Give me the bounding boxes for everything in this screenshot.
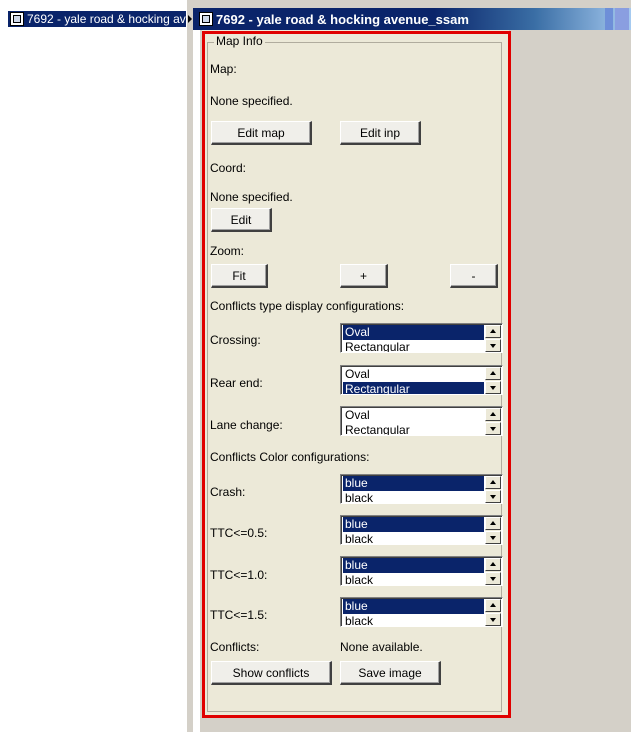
list-scrollbar[interactable]: [485, 476, 501, 503]
show-conflicts-button[interactable]: Show conflicts: [211, 661, 332, 685]
lane-change-label: Lane change:: [210, 418, 283, 432]
list-option[interactable]: blue: [343, 599, 484, 614]
list-scrollbar[interactable]: [485, 599, 501, 626]
save-image-button[interactable]: Save image: [340, 661, 441, 685]
conflicts-label: Conflicts:: [210, 640, 260, 654]
crossing-label: Crossing:: [210, 333, 261, 347]
ttc-05-color-label: TTC<=0.5:: [210, 526, 268, 540]
lane-change-shape-listbox[interactable]: Oval Rectangular: [340, 406, 503, 436]
scroll-down-icon[interactable]: [485, 572, 501, 585]
title-bar-decoration: [615, 8, 629, 30]
scroll-up-icon[interactable]: [485, 408, 501, 421]
ttc-05-color-listbox[interactable]: blue black: [340, 515, 503, 545]
zoom-fit-button[interactable]: Fit: [211, 264, 268, 288]
title-bar-decoration: [605, 8, 613, 30]
scroll-up-icon[interactable]: [485, 599, 501, 612]
window-left-edge: [193, 30, 200, 732]
ttc-10-color-label: TTC<=1.0:: [210, 568, 268, 582]
scroll-up-icon[interactable]: [485, 367, 501, 380]
type-config-heading: Conflicts type display configurations:: [210, 299, 405, 313]
list-option[interactable]: blue: [343, 476, 484, 491]
list-option[interactable]: Rectangular: [343, 340, 484, 352]
list-option[interactable]: blue: [343, 558, 484, 573]
edit-inp-button[interactable]: Edit inp: [340, 121, 421, 145]
window-title-bar[interactable]: 7692 - yale road & hocking avenue_ssam: [193, 8, 631, 30]
tree-item-label: 7692 - yale road & hocking avenue_ssam: [27, 12, 186, 26]
tree-item-project[interactable]: 7692 - yale road & hocking avenue_ssam: [8, 11, 186, 27]
scroll-down-icon[interactable]: [485, 531, 501, 544]
crash-color-label: Crash:: [210, 485, 246, 499]
expand-arrow-icon: [188, 15, 192, 23]
list-scrollbar[interactable]: [485, 408, 501, 435]
project-tree-pane[interactable]: 7692 - yale road & hocking avenue_ssam: [0, 0, 187, 732]
list-scrollbar[interactable]: [485, 517, 501, 544]
map-canvas-area[interactable]: [511, 30, 631, 732]
edit-coord-button[interactable]: Edit: [211, 208, 272, 232]
scroll-up-icon[interactable]: [485, 476, 501, 489]
ttc-15-color-label: TTC<=1.5:: [210, 608, 268, 622]
scroll-down-icon[interactable]: [485, 339, 501, 352]
ttc-15-color-listbox[interactable]: blue black: [340, 597, 503, 627]
map-label: Map:: [210, 62, 237, 76]
zoom-out-button[interactable]: -: [450, 264, 498, 288]
list-option[interactable]: Oval: [343, 325, 484, 340]
zoom-in-button[interactable]: +: [340, 264, 388, 288]
color-config-heading: Conflicts Color configurations:: [210, 450, 370, 464]
ttc-10-color-listbox[interactable]: blue black: [340, 556, 503, 586]
list-option[interactable]: blue: [343, 517, 484, 532]
crossing-shape-listbox[interactable]: Oval Rectangular: [340, 323, 503, 353]
scroll-up-icon[interactable]: [485, 325, 501, 338]
zoom-label: Zoom:: [210, 244, 245, 258]
document-icon: [10, 12, 24, 26]
coord-label: Coord:: [210, 161, 247, 175]
list-option[interactable]: Oval: [343, 408, 484, 423]
list-scrollbar[interactable]: [485, 558, 501, 585]
window-title: 7692 - yale road & hocking avenue_ssam: [216, 11, 469, 27]
list-option[interactable]: Oval: [343, 367, 484, 382]
scroll-up-icon[interactable]: [485, 558, 501, 571]
scroll-down-icon[interactable]: [485, 422, 501, 435]
rear-end-shape-listbox[interactable]: Oval Rectangular: [340, 365, 503, 395]
map-value: None specified.: [210, 94, 293, 108]
list-scrollbar[interactable]: [485, 325, 501, 352]
conflicts-value: None available.: [340, 640, 423, 654]
scroll-down-icon[interactable]: [485, 490, 501, 503]
map-info-panel: Map Info Map: None specified. Edit map E…: [202, 30, 509, 716]
groupbox-title: Map Info: [214, 34, 265, 48]
edit-map-button[interactable]: Edit map: [211, 121, 312, 145]
scroll-down-icon[interactable]: [485, 613, 501, 626]
list-scrollbar[interactable]: [485, 367, 501, 394]
list-option[interactable]: black: [343, 532, 484, 544]
list-option[interactable]: black: [343, 491, 484, 503]
crash-color-listbox[interactable]: blue black: [340, 474, 503, 504]
scroll-down-icon[interactable]: [485, 381, 501, 394]
document-icon: [199, 12, 213, 26]
document-window: 7692 - yale road & hocking avenue_ssam M…: [193, 0, 631, 732]
coord-value: None specified.: [210, 190, 293, 204]
scroll-up-icon[interactable]: [485, 517, 501, 530]
list-option[interactable]: black: [343, 573, 484, 585]
rear-end-label: Rear end:: [210, 376, 263, 390]
list-option[interactable]: Rectangular: [343, 382, 484, 394]
list-option[interactable]: black: [343, 614, 484, 626]
list-option[interactable]: Rectangular: [343, 423, 484, 435]
